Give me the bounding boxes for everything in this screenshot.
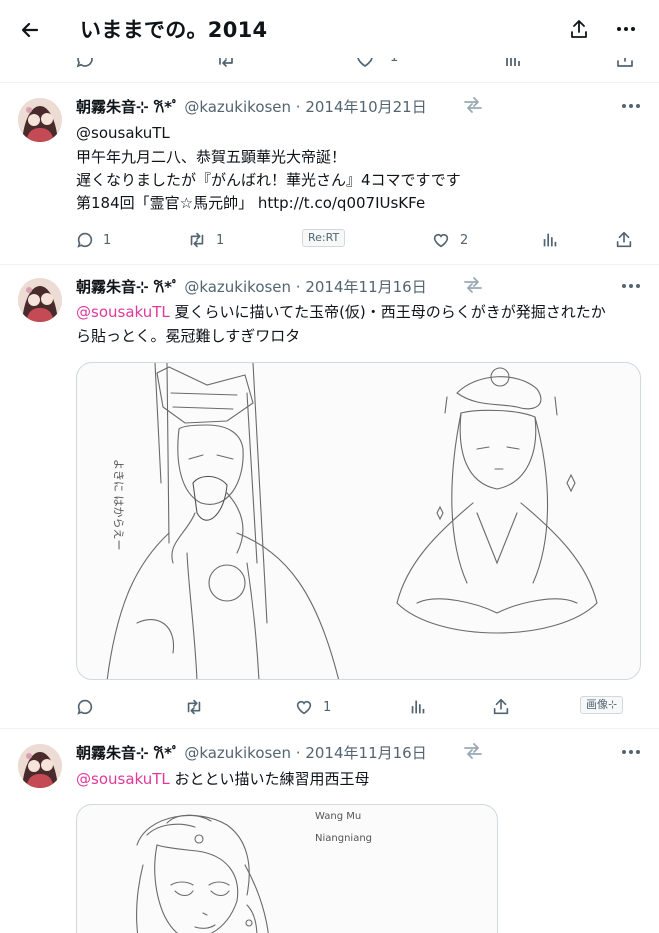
like-count: 2 [460,232,469,248]
more-dots-icon [617,27,635,31]
display-name[interactable]: 朝霧朱音⊹ 𐙚*ﾟ [76,98,180,116]
page-title: いままでの。2014 [80,18,268,42]
avatar[interactable] [18,278,62,322]
mention-link[interactable]: @sousakuTL [76,770,170,788]
image-caption: よきに はからえー [112,459,125,551]
handle-and-date[interactable]: @kazukikosen · 2014年11月16日 [184,278,426,296]
views-button[interactable] [408,694,428,720]
retweet-app-icon [464,743,482,759]
tweet-header: 朝霧朱音⊹ 𐙚*ﾟ @kazukikosen · 2014年10月21日 [76,96,427,117]
views-icon [543,233,557,247]
mention-link[interactable]: @sousakuTL [76,303,170,321]
tweet-more-icon[interactable] [620,746,642,758]
repost-count: 1 [216,232,225,248]
divider [0,728,659,729]
retweet-app-icon [464,277,482,293]
tweet-text-line: 第184回「霊官☆馬元帥」 http://t.co/q007IUsKFe [76,194,426,212]
image-caption: Wang Mu [315,811,361,822]
share-icon [616,231,632,248]
back-button[interactable] [16,16,44,44]
avatar-illustration [18,744,62,788]
sketch-illustration: よきに はからえー [106,363,598,679]
handle-and-date[interactable]: @kazukikosen · 2014年11月16日 [184,744,426,762]
divider [0,82,659,83]
retweet-app-icon [464,97,482,113]
tweet[interactable]: 朝霧朱音⊹ 𐙚*ﾟ @kazukikosen · 2014年10月21日 @so… [0,96,659,264]
reply-button[interactable] [75,694,95,720]
share-icon [571,20,587,38]
tweet-text-line: 甲午年九月二八、恭賀五顕華光大帝誕！ [76,148,347,166]
handle-and-date[interactable]: @kazukikosen · 2014年10月21日 [184,98,426,116]
like-icon [433,233,449,248]
share-icon [493,698,509,715]
tweet[interactable]: 朝霧朱音⊹ 𐙚*ﾟ @kazukikosen · 2014年11月16日 @so… [0,276,659,728]
tweet-image[interactable]: Wang Mu Niangniang [76,804,498,933]
repost-button[interactable] [183,694,205,720]
reply-count: 1 [103,232,112,248]
tweet-header: 朝霧朱音⊹ 𐙚*ﾟ @kazukikosen · 2014年11月16日 [76,276,427,297]
like-button[interactable]: 1 [293,694,331,720]
share-button[interactable] [566,16,592,42]
avatar[interactable] [18,744,62,788]
sketch-illustration: Wang Mu Niangniang [136,811,372,933]
display-name[interactable]: 朝霧朱音⊹ 𐙚*ﾟ [76,744,180,762]
client-badge: Re:RT [302,229,346,247]
divider [0,264,659,265]
tweet-actions: 1 1 Re:RT 2 [0,227,659,253]
tweet-header: 朝霧朱音⊹ 𐙚*ﾟ @kazukikosen · 2014年11月16日 [76,742,427,763]
tweet-text: 夏くらいに描いてた玉帝(仮)・西王母のらくがきが発掘されたか [169,303,606,321]
views-button[interactable] [540,227,560,253]
avatar-illustration [18,98,62,142]
avatar-illustration [18,278,62,322]
client-badge: 画像⊹ [580,696,624,714]
tweet-text-line: ら貼っとく。冕冠難しすぎワロタ [76,327,301,345]
mention-link[interactable]: @sousakuTL [76,122,170,144]
tweet[interactable]: 朝霧朱音⊹ 𐙚*ﾟ @kazukikosen · 2014年11月16日 @so… [0,742,659,933]
display-name[interactable]: 朝霧朱音⊹ 𐙚*ﾟ [76,278,180,296]
repost-icon [190,232,204,248]
tweet-text-line: @sousakuTL おととい描いた練習用西王母 [76,768,370,790]
more-options-button[interactable] [612,16,640,42]
reply-icon [77,232,93,248]
tweet-text-line: 遅くなりましたが『がんばれ！華光さん』4コマですです [76,171,461,189]
tweet-more-icon[interactable] [620,280,642,292]
image-caption: Niangniang [315,833,372,844]
tweet-more-icon[interactable] [620,100,642,112]
reply-icon [77,699,93,715]
reply-button[interactable]: 1 [75,227,111,253]
repost-button[interactable]: 1 [186,227,224,253]
tweet-actions: 1 画像⊹ [0,694,659,720]
repost-icon [187,699,201,715]
share-button[interactable] [491,694,511,720]
avatar[interactable] [18,98,62,142]
top-bar: いままでの。2014 [0,0,659,58]
tweet-text: おととい描いた練習用西王母 [169,770,370,788]
arrow-left-icon [21,22,39,38]
like-icon [296,700,312,715]
tweet-image[interactable]: よきに はからえー [76,362,641,680]
views-icon [411,700,425,714]
like-count: 1 [323,699,332,715]
tweet-text-line: @sousakuTL 夏くらいに描いてた玉帝(仮)・西王母のらくがきが発掘された… [76,301,606,323]
share-button[interactable] [614,227,634,253]
like-button[interactable]: 2 [430,227,468,253]
